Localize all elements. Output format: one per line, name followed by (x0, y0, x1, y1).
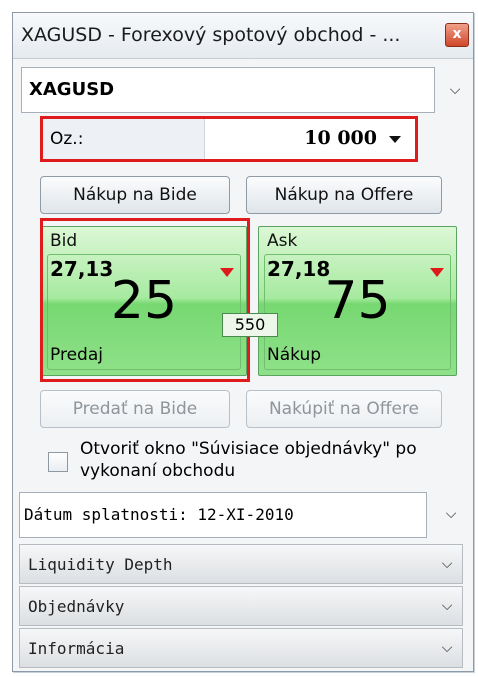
section-liquidity-depth[interactable]: Liquidity Depth ⌵ (19, 544, 463, 584)
chevron-down-icon[interactable]: ⌵ (436, 595, 458, 617)
ask-label: Ask (267, 231, 298, 251)
close-icon[interactable]: x (445, 23, 469, 47)
settlement-date-selector[interactable]: Dátum splatnosti: 12-XI-2010 (19, 492, 427, 538)
bid-highlight-outline (40, 218, 250, 382)
related-orders-checkbox[interactable] (48, 452, 68, 472)
chevron-down-icon[interactable]: ⌵ (440, 503, 462, 525)
section-liquidity-label: Liquidity Depth (28, 555, 173, 574)
ask-pips: 75 (324, 271, 391, 331)
title-bar: XAGUSD - Forexový spotový obchod - ... x (13, 13, 473, 59)
ask-action-label: Nákup (267, 345, 322, 365)
purchase-on-offer-button[interactable]: Nakúpiť na Offere (246, 390, 442, 428)
section-info-label: Informácia (28, 639, 125, 658)
ask-price-tile[interactable]: Ask 27,18 75 Nákup (258, 226, 457, 376)
section-information[interactable]: Informácia ⌵ (19, 628, 463, 668)
symbol-value: XAGUSD (29, 79, 115, 100)
symbol-selector[interactable]: XAGUSD (21, 67, 435, 113)
buy-on-bid-button[interactable]: Nákup na Bide (40, 176, 230, 214)
spread-value: 550 (222, 313, 278, 337)
quantity-field[interactable]: Oz.: 10 000 (40, 116, 418, 162)
settlement-date-value: Dátum splatnosti: 12-XI-2010 (24, 505, 294, 524)
quantity-value[interactable]: 10 000 (304, 127, 377, 149)
buy-on-offer-button[interactable]: Nákup na Offere (246, 176, 442, 214)
sell-on-bid-button[interactable]: Predať na Bide (40, 390, 230, 428)
related-orders-label: Otvoriť okno "Súvisiace objednávky" po v… (80, 439, 417, 481)
chevron-down-icon[interactable]: ⌵ (436, 553, 458, 575)
dropdown-caret-icon[interactable] (389, 136, 401, 143)
window-title: XAGUSD - Forexový spotový obchod - ... (21, 24, 401, 46)
section-orders-label: Objednávky (28, 597, 125, 616)
quantity-label-area: Oz.: (43, 119, 205, 159)
quantity-label: Oz.: (50, 129, 84, 149)
chevron-down-icon[interactable]: ⌵ (436, 637, 458, 659)
section-orders[interactable]: Objednávky ⌵ (19, 586, 463, 626)
chevron-down-icon[interactable]: ⌵ (444, 79, 466, 101)
